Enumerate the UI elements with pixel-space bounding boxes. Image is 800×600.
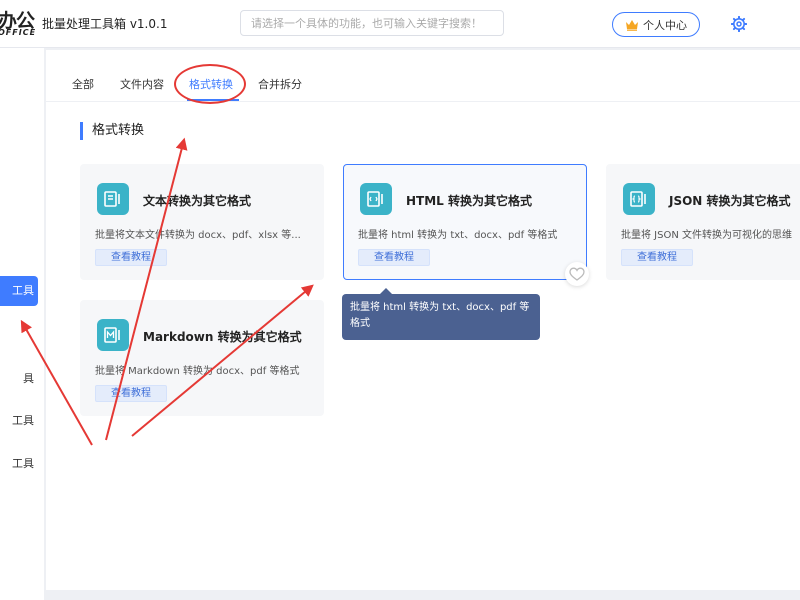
logo-subtext: OFFICE <box>0 28 37 37</box>
heart-icon <box>569 267 585 281</box>
card-title: HTML 转换为其它格式 <box>406 194 532 208</box>
sidebar-item-label: 具 <box>23 372 34 385</box>
sidebar-item-label: 工具 <box>12 414 34 427</box>
card-title: 文本转换为其它格式 <box>143 194 252 208</box>
card-title: Markdown 转换为其它格式 <box>143 330 302 344</box>
card-text-conversion[interactable]: 文本转换为其它格式 批量将文本文件转换为 docx、pdf、xlsx 等... … <box>80 164 324 280</box>
sidebar-item[interactable]: 工具 <box>0 406 38 436</box>
html-file-icon <box>360 183 392 215</box>
favorite-button[interactable] <box>565 262 589 286</box>
sidebar: 工具 具 工具 工具 <box>0 48 44 600</box>
tab-merge-split[interactable]: 合并拆分 <box>258 76 302 92</box>
card-html-conversion[interactable]: HTML 转换为其它格式 批量将 html 转换为 txt、docx、pdf 等… <box>343 164 587 280</box>
card-clip: JSON 转换为其它格式 批量将 JSON 文件转换为可视化的思维 查看教程 <box>606 164 800 280</box>
annotation-circle <box>174 64 246 104</box>
view-tutorial-button[interactable]: 查看教程 <box>95 385 167 402</box>
card-title: JSON 转换为其它格式 <box>669 194 791 208</box>
main-panel: 全部 文件内容 格式转换 合并拆分 格式转换 文本转换为其它格式 批量将文本文件… <box>46 50 800 590</box>
card-markdown-conversion[interactable]: Markdown 转换为其它格式 批量将 Markdown 转换为 docx、p… <box>80 300 324 416</box>
card-description: 批量将 html 转换为 txt、docx、pdf 等格式 <box>358 230 558 241</box>
app-title: 批量处理工具箱 v1.0.1 <box>42 17 168 31</box>
sidebar-item-label: 工具 <box>12 284 34 297</box>
card-description: 批量将 JSON 文件转换为可视化的思维 <box>621 230 793 241</box>
card-json-conversion[interactable]: JSON 转换为其它格式 批量将 JSON 文件转换为可视化的思维 查看教程 <box>606 164 800 280</box>
app-header: 办公 OFFICE 批量处理工具箱 v1.0.1 个人中心 <box>0 0 800 48</box>
crown-icon <box>626 19 638 31</box>
sidebar-item[interactable]: 工具 <box>0 449 38 479</box>
card-description: 批量将 Markdown 转换为 docx、pdf 等格式 <box>95 366 300 377</box>
section-title: 格式转换 <box>80 122 144 140</box>
sidebar-item[interactable]: 具 <box>0 364 38 394</box>
sidebar-item-label: 工具 <box>12 457 34 470</box>
sidebar-item-tools[interactable]: 工具 <box>0 276 38 306</box>
tab-file-content[interactable]: 文件内容 <box>120 76 164 92</box>
view-tutorial-button[interactable]: 查看教程 <box>358 249 430 266</box>
app-logo: 办公 OFFICE <box>0 8 37 38</box>
card-description: 批量将文本文件转换为 docx、pdf、xlsx 等... <box>95 230 301 241</box>
tooltip: 批量将 html 转换为 txt、docx、pdf 等格式 <box>342 294 540 340</box>
user-center-label: 个人中心 <box>643 18 687 32</box>
tab-bar: 全部 文件内容 格式转换 合并拆分 <box>46 50 800 104</box>
view-tutorial-button[interactable]: 查看教程 <box>621 249 693 266</box>
json-file-icon <box>623 183 655 215</box>
markdown-file-icon <box>97 319 129 351</box>
text-file-icon <box>97 183 129 215</box>
search-input[interactable] <box>240 10 504 36</box>
view-tutorial-button[interactable]: 查看教程 <box>95 249 167 266</box>
gear-icon[interactable] <box>731 16 747 32</box>
tab-all[interactable]: 全部 <box>72 76 94 92</box>
user-center-button[interactable]: 个人中心 <box>612 12 700 37</box>
